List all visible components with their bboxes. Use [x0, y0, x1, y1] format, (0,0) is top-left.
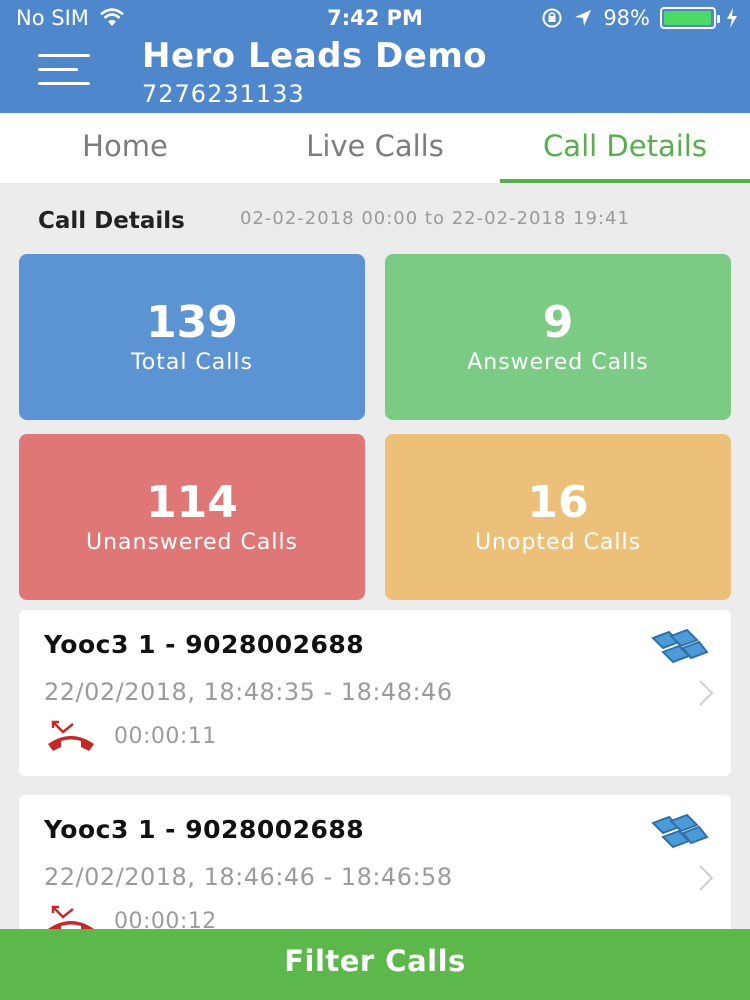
crm-cubes-icon[interactable] [649, 626, 709, 672]
status-bar: No SIM 7:42 PM 98% [0, 0, 750, 36]
chevron-right-icon[interactable] [697, 678, 715, 708]
tab-call-details[interactable]: Call Details [500, 113, 750, 183]
unopted-calls-tile[interactable]: 16 Unopted Calls [385, 434, 731, 600]
total-calls-tile[interactable]: 139 Total Calls [19, 254, 365, 420]
section-title: Call Details [38, 208, 185, 234]
answered-calls-count: 9 [542, 297, 574, 348]
app-title: Hero Leads Demo [142, 36, 488, 76]
unanswered-calls-count: 114 [146, 477, 238, 528]
status-right: 98% [541, 6, 738, 30]
filter-calls-button[interactable]: Filter Calls [0, 929, 750, 1000]
call-card[interactable]: Yooc3 1 - 9028002688 22/02/2018, 18:48:3… [19, 610, 731, 776]
caller-name: Yooc3 1 - 9028002688 [44, 815, 365, 844]
tab-live-calls[interactable]: Live Calls [250, 113, 500, 183]
tab-home[interactable]: Home [0, 113, 250, 183]
chevron-right-icon[interactable] [697, 863, 715, 893]
crm-cubes-icon[interactable] [649, 811, 709, 857]
answered-calls-tile[interactable]: 9 Answered Calls [385, 254, 731, 420]
rotation-lock-icon [542, 8, 562, 28]
account-phone: 7276231133 [142, 80, 305, 108]
unopted-calls-label: Unopted Calls [474, 530, 642, 555]
hamburger-line [38, 54, 90, 57]
location-arrow-icon [575, 10, 592, 26]
hamburger-line [38, 82, 90, 85]
tab-bar: Home Live Calls Call Details [0, 113, 750, 183]
missed-call-icon [48, 720, 94, 751]
unanswered-calls-tile[interactable]: 114 Unanswered Calls [19, 434, 365, 600]
answered-calls-label: Answered Calls [467, 350, 649, 375]
app-header: No SIM 7:42 PM 98% Hero Leads Demo 72762… [0, 0, 750, 113]
battery-icon [660, 7, 720, 29]
section-header: Call Details 02-02-2018 00:00 to 22-02-2… [0, 183, 750, 253]
call-time-range: 22/02/2018, 18:48:35 - 18:48:46 [44, 678, 453, 706]
unopted-calls-count: 16 [527, 477, 589, 528]
caller-name: Yooc3 1 - 9028002688 [44, 630, 365, 659]
call-time-range: 22/02/2018, 18:46:46 - 18:46:58 [44, 863, 453, 891]
hamburger-line [38, 68, 78, 71]
battery-level [664, 11, 712, 25]
charging-bolt-icon [727, 8, 737, 28]
total-calls-label: Total Calls [131, 350, 253, 375]
total-calls-count: 139 [146, 297, 238, 348]
menu-button[interactable] [38, 54, 90, 88]
unanswered-calls-label: Unanswered Calls [85, 530, 299, 555]
date-range: 02-02-2018 00:00 to 22-02-2018 19:41 [240, 208, 630, 229]
battery-percent: 98% [603, 6, 650, 30]
call-duration: 00:00:11 [114, 724, 217, 749]
